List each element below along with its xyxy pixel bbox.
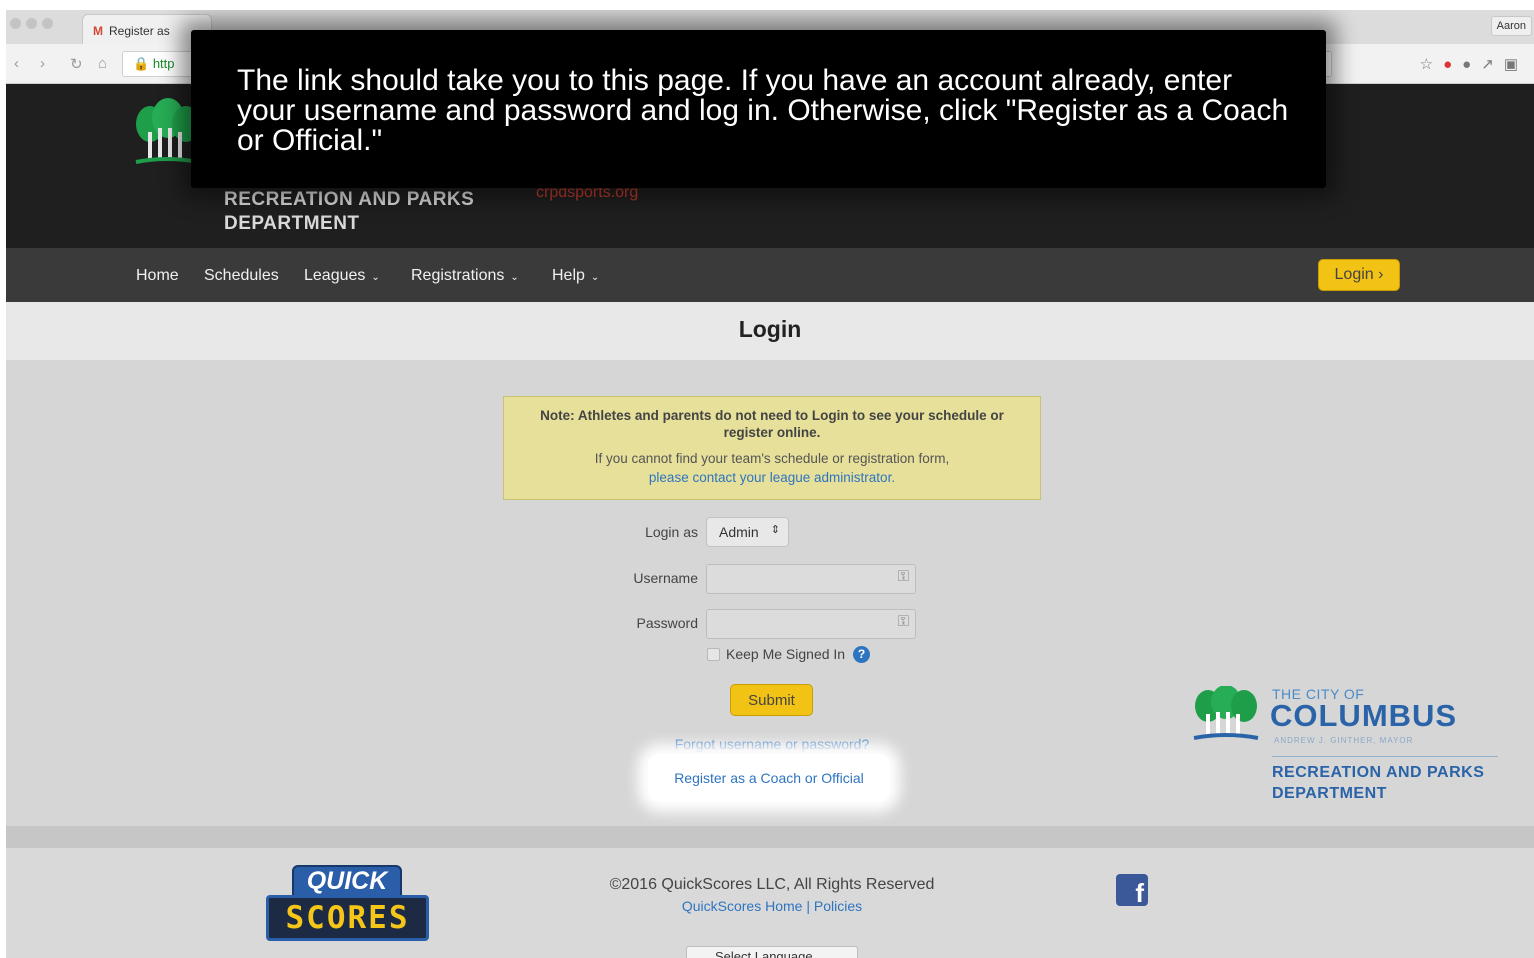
quickscores-home-link[interactable]: QuickScores Home (682, 898, 803, 914)
columbus-title: COLUMBUS (1270, 698, 1457, 734)
tutorial-caption-text: The link should take you to this page. I… (237, 64, 1289, 157)
password-label: Password (636, 615, 698, 631)
address-bar-url: http (152, 56, 175, 71)
password-manager-key-icon[interactable]: ⚿ (898, 568, 909, 585)
keep-signed-in-checkbox[interactable] (707, 648, 720, 661)
nav-item-label: Help (552, 267, 585, 284)
lock-icon: 🔒 (133, 56, 150, 71)
star-icon[interactable]: ☆ (1420, 56, 1443, 73)
policies-link[interactable]: Policies (814, 898, 862, 914)
note-text: If you cannot find your team's schedule … (594, 451, 950, 466)
copyright-text: ©2016 QuickScores LLC, All Rights Reserv… (609, 876, 935, 893)
username-label: Username (633, 570, 698, 586)
main-nav: Home Schedules Leagues ⌄ Registrations ⌄ H… (6, 248, 1534, 302)
select-arrows-icon: ⇕ (770, 524, 780, 536)
extension-square-icon[interactable]: ▣ (1504, 56, 1528, 73)
nav-item-schedules[interactable]: Schedules (204, 267, 279, 285)
footer-link-separator: | (806, 898, 810, 914)
nav-item-leagues[interactable]: Leagues ⌄ (304, 267, 380, 285)
profile-button[interactable]: Aaron (1490, 16, 1532, 36)
window-close-dot[interactable] (10, 18, 21, 29)
columbus-divider (1272, 756, 1498, 757)
extension-arrow-icon[interactable]: ↗ (1481, 56, 1504, 73)
nav-item-label: Home (136, 267, 179, 284)
password-manager-key-icon[interactable]: ⚿ (898, 613, 909, 630)
language-select[interactable]: Select Language (686, 946, 858, 958)
columbus-title-text: COLUMBUS (1270, 698, 1458, 733)
password-input[interactable]: ⚿ (706, 609, 916, 639)
username-input[interactable]: ⚿ (706, 564, 916, 594)
page-title-bar: Login (6, 302, 1534, 360)
browser-window: M Register as Aaron ‹ › ↻ ⌂ 🔒 http ☆●●↗▣ … (6, 10, 1534, 958)
window-minimize-dot[interactable] (26, 18, 37, 29)
nav-item-help[interactable]: Help ⌄ (552, 267, 599, 285)
back-icon[interactable]: ‹ (14, 55, 19, 72)
login-as-select[interactable]: Admin ⇕ (706, 517, 789, 547)
columbus-mayor-text: ANDREW J. GINTHER, MAYOR (1274, 736, 1414, 745)
keep-signed-in-label: Keep Me Signed In (726, 646, 846, 662)
department-name: RECREATION AND PARKS DEPARTMENT (224, 189, 475, 234)
login-button[interactable]: Login › (1318, 259, 1400, 291)
browser-tab-title: Register as (109, 24, 170, 38)
footer-separator (6, 826, 1534, 848)
nav-item-label: Registrations (411, 267, 505, 284)
footer-links: QuickScores Home | Policies (6, 898, 1534, 914)
page-title: Login (738, 316, 802, 342)
extension-stop-icon[interactable]: ● (1443, 56, 1462, 73)
login-as-value: Admin (719, 524, 759, 540)
reload-icon[interactable]: ↻ (70, 55, 83, 73)
help-icon[interactable]: ? (853, 646, 870, 663)
nav-item-home[interactable]: Home (136, 267, 179, 285)
submit-button[interactable]: Submit (730, 684, 813, 716)
extension-icons: ☆●●↗▣ (1420, 55, 1528, 73)
contact-admin-link[interactable]: please contact your league administrator… (520, 468, 1024, 487)
nav-item-registrations[interactable]: Registrations ⌄ (411, 267, 519, 285)
register-coach-official-link[interactable]: Register as a Coach or Official (648, 770, 890, 786)
columbus-department: RECREATION AND PARKS DEPARTMENT (1272, 764, 1485, 802)
gmail-m-icon: M (93, 24, 103, 38)
columbus-tree-logo-icon (1193, 686, 1259, 740)
note-box: Note: Athletes and parents do not need t… (503, 396, 1041, 500)
nav-item-label: Schedules (204, 267, 279, 284)
footer: QUICK SCORES ©2016 QuickScores LLC, All … (6, 848, 1534, 958)
chevron-down-icon: ⌄ (590, 272, 600, 283)
window-zoom-dot[interactable] (42, 18, 53, 29)
home-icon[interactable]: ⌂ (98, 55, 107, 72)
chevron-down-icon: ⌄ (371, 272, 380, 283)
login-as-label: Login as (645, 524, 698, 540)
note-bold-text: Note: Athletes and parents do not need t… (540, 408, 1004, 440)
chevron-down-icon: ⌄ (510, 272, 519, 283)
extension-circle-icon[interactable]: ● (1462, 56, 1481, 73)
nav-item-label: Leagues (304, 267, 366, 284)
forward-icon[interactable]: › (40, 55, 45, 72)
facebook-icon[interactable]: f (1116, 874, 1148, 906)
tutorial-caption-overlay: The link should take you to this page. I… (191, 30, 1326, 188)
